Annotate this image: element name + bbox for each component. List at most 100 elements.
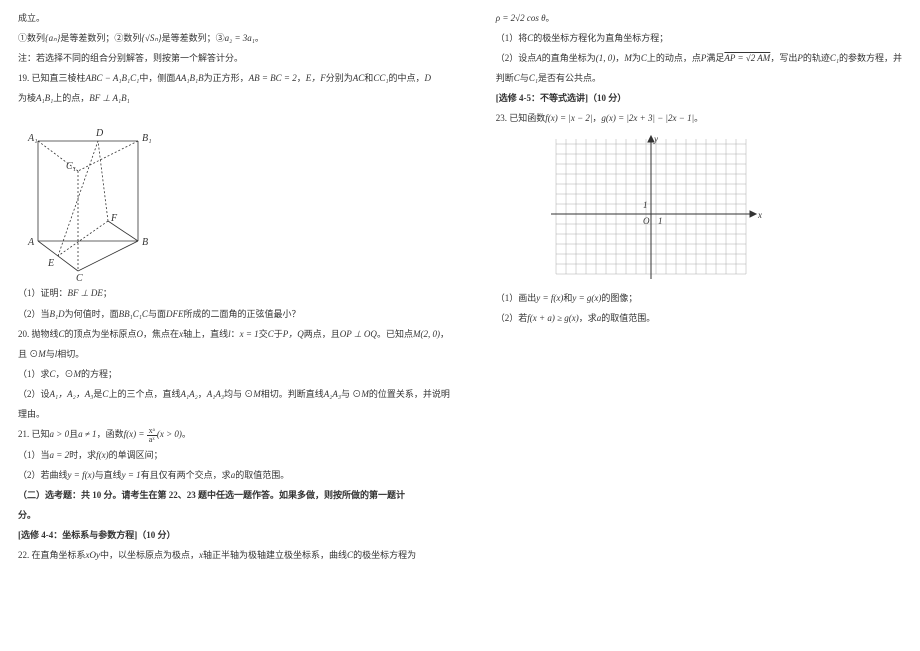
- v: M: [253, 389, 261, 399]
- v: A₁A₃: [207, 389, 224, 399]
- t: 中，以坐标原点为极点，: [100, 550, 199, 560]
- t: 满足: [706, 53, 724, 63]
- t: ：: [231, 329, 240, 339]
- q22-part1: （1）将C的极坐标方程化为直角坐标方程；: [496, 30, 902, 47]
- t: （2）当: [18, 309, 50, 319]
- t: 两点，且: [304, 329, 340, 339]
- expr: y = f(x): [68, 470, 95, 480]
- t: 于: [274, 329, 283, 339]
- t: ，: [297, 73, 306, 83]
- expr: a = 2: [50, 450, 70, 460]
- t: 是否有公共点。: [538, 73, 601, 83]
- vec-expr: AP = √2 AM: [724, 53, 770, 63]
- t: （2）设: [18, 389, 50, 399]
- t: （1）画出: [496, 293, 537, 303]
- t: 的顶点为坐标原点: [65, 329, 137, 339]
- t: 且 ⊙: [18, 349, 38, 359]
- t: ，求: [579, 313, 597, 323]
- section2-title-a: （二）选考题：共 10 分。请考生在第 22、23 题中任选一题作答。如果多做，…: [18, 487, 460, 504]
- t: 交: [259, 329, 268, 339]
- expr: AB = BC = 2: [249, 73, 297, 83]
- t: 的参数方程，并: [839, 53, 902, 63]
- t: 的轨迹: [803, 53, 830, 63]
- axis-tick-1y: 1: [643, 200, 648, 210]
- t: 轴上，直线: [183, 329, 228, 339]
- axis-label-x: x: [757, 210, 762, 220]
- expr: f(x + a) ≥ g(x): [527, 313, 579, 323]
- v: M: [74, 369, 82, 379]
- v: M: [361, 389, 369, 399]
- t: 相切。: [57, 349, 84, 359]
- t: 相切。判断直线: [261, 389, 324, 399]
- fraction: xᵃaˣ: [147, 427, 157, 444]
- q21-part1: （1）当a = 2时，求f(x)的单调区间；: [18, 447, 460, 464]
- label-B1: B₁: [142, 133, 152, 144]
- t: ；: [103, 288, 112, 298]
- t: 和: [563, 293, 572, 303]
- t: 。: [182, 429, 191, 439]
- t: 与直线: [95, 470, 122, 480]
- t: 的直角坐标为: [542, 53, 596, 63]
- q19-part2: （2）当B₁D为何值时，面BB₁C₁C与面DFE所成的二面角的正弦值最小？: [18, 306, 460, 323]
- t: 轴正半轴为极轴建立极坐标系，曲线: [203, 550, 347, 560]
- t: 的取值范围。: [601, 313, 655, 323]
- expr: ABC − A₁B₁C₁: [86, 73, 140, 83]
- v: M: [38, 349, 46, 359]
- t: 的中点，: [388, 73, 424, 83]
- v: A₁，A₂，A₃: [50, 389, 94, 399]
- v: C₁: [830, 53, 839, 63]
- expr: DFE: [166, 309, 184, 319]
- expr: A₁B₁: [36, 93, 53, 103]
- coordinate-grid: y x O 1 1: [536, 134, 766, 284]
- expr: f(x) =: [124, 429, 147, 439]
- t: 为: [632, 53, 641, 63]
- text-note: 注：若选择不同的组合分别解答，则按第一个解答计分。: [18, 50, 460, 67]
- t: 为棱: [18, 93, 36, 103]
- label-B: B: [142, 237, 148, 248]
- t: 与: [46, 349, 55, 359]
- q20-part2b: 理由。: [18, 406, 460, 423]
- q21-line1: 21. 已知a > 0且a ≠ 1，函数f(x) = xᵃaˣ(x > 0)。: [18, 426, 460, 443]
- label-D: D: [95, 128, 104, 139]
- expr: y = g(x): [572, 293, 601, 303]
- t: 。已知点: [377, 329, 413, 339]
- label-C1: C₁: [66, 161, 76, 172]
- t: （2）若: [496, 313, 528, 323]
- expr: g(x) = |2x + 3| − |2x − 1|: [601, 113, 694, 123]
- denominator: aˣ: [147, 436, 157, 444]
- t: 所成的二面角的正弦值最小？: [183, 309, 300, 319]
- t: 判断: [496, 73, 514, 83]
- t: 的位置关系，并说明: [369, 389, 450, 399]
- q22-line1: 22. 在直角坐标系xOy中，以坐标原点为极点，x轴正半轴为极轴建立极坐标系，曲…: [18, 547, 460, 564]
- axis-label-y: y: [653, 134, 658, 144]
- v: xOy: [86, 550, 101, 560]
- t: ，⊙: [56, 369, 74, 379]
- q21-part2: （2）若曲线y = f(x)与直线y = 1有且仅有两个交点，求a的取值范围。: [18, 467, 460, 484]
- t: 。: [255, 33, 264, 43]
- expr: a₂ = 3a₁: [225, 33, 255, 43]
- label-C: C: [76, 273, 83, 281]
- expr: x = 1: [240, 329, 259, 339]
- t: 21. 已知: [18, 429, 50, 439]
- t: 时，求: [69, 450, 96, 460]
- expr: a ≠ 1: [78, 429, 96, 439]
- expr: f(x): [96, 450, 109, 460]
- t: 中，侧面: [139, 73, 175, 83]
- t: 的极坐标方程为: [353, 550, 416, 560]
- t: 的图像；: [601, 293, 637, 303]
- t: ，: [615, 53, 624, 63]
- module-44-title: [选修 4-4：坐标系与参数方程]（10 分）: [18, 527, 460, 544]
- t: 与 ⊙: [341, 389, 361, 399]
- t: 的方程；: [81, 369, 117, 379]
- v: C₁: [529, 73, 538, 83]
- t: 是等差数列；③: [162, 33, 225, 43]
- text-line: 成立。: [18, 10, 460, 27]
- axis-origin: O: [643, 216, 650, 226]
- text-line: ①数列{aₙ}是等差数列；②数列{√Sₙ}是等差数列；③a₂ = 3a₁。: [18, 30, 460, 47]
- q19-part1: （1）证明：BF ⊥ DE；: [18, 285, 460, 302]
- t: 23. 已知函数: [496, 113, 546, 123]
- t: 22. 在直角坐标系: [18, 550, 86, 560]
- t: 。: [694, 113, 703, 123]
- expr: BB₁C₁C: [119, 309, 148, 319]
- expr: ρ = 2√2 cos θ: [496, 13, 546, 23]
